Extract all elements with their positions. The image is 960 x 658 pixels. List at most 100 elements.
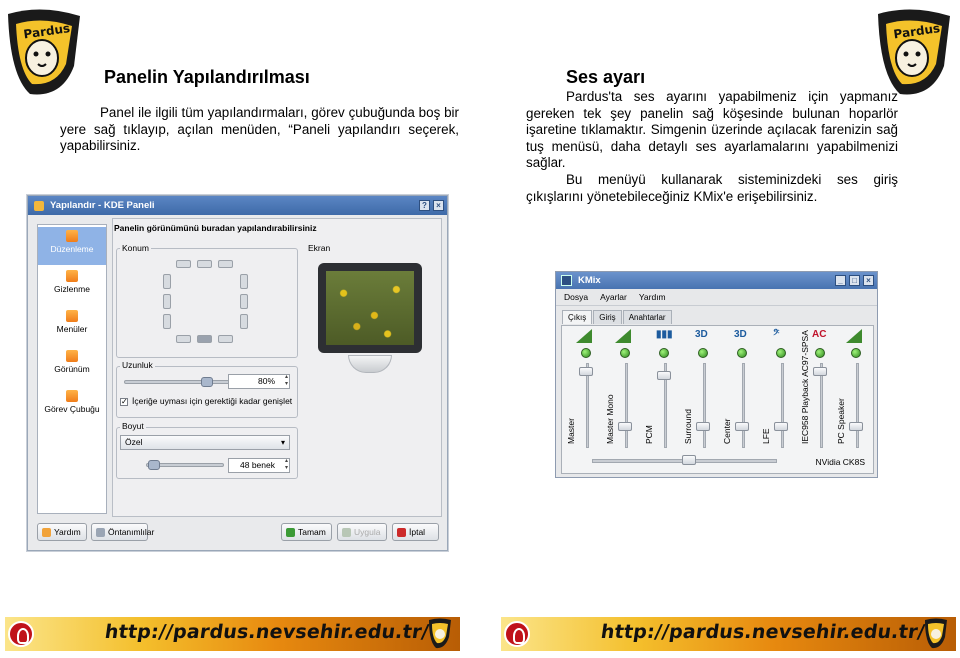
monitor-preview <box>318 263 422 376</box>
maximize-icon[interactable]: □ <box>849 275 860 286</box>
help-button[interactable]: Yardım <box>37 523 87 541</box>
volume-slider-handle[interactable] <box>813 367 827 376</box>
sidebar-item-duzenleme[interactable]: Düzenleme <box>38 227 106 265</box>
volume-slider-handle[interactable] <box>774 422 788 431</box>
mute-led[interactable] <box>581 348 591 358</box>
volume-slider-handle[interactable] <box>579 367 593 376</box>
position-slot[interactable] <box>218 335 233 343</box>
position-slot[interactable] <box>197 260 212 268</box>
channel-label: Master <box>566 418 576 444</box>
expand-checkbox[interactable]: ✓ <box>120 398 128 406</box>
position-slot[interactable] <box>218 260 233 268</box>
channel-pcm: ▮▮▮ PCM <box>644 326 682 466</box>
menu-dosya[interactable]: Dosya <box>564 292 588 302</box>
right-paragraph-2: Bu menüyü kullanarak sisteminizdeki ses … <box>526 171 898 204</box>
menu-yardim[interactable]: Yardım <box>639 292 666 302</box>
volume-slider[interactable] <box>742 363 745 448</box>
volume-slider[interactable] <box>703 363 706 448</box>
mute-led[interactable] <box>620 348 630 358</box>
sidebar-item-menuler[interactable]: Menüler <box>38 307 106 345</box>
mute-led[interactable] <box>659 348 669 358</box>
kde-panel-dialog: Yapılandır - KDE Paneli ? × Düzenleme Gi… <box>27 195 448 551</box>
position-slot[interactable] <box>163 314 171 329</box>
help-icon[interactable]: ? <box>419 200 430 211</box>
tab-cikis[interactable]: Çıkış <box>562 310 593 324</box>
apply-button[interactable]: Uygula <box>337 523 387 541</box>
config-icon <box>66 390 78 402</box>
close-icon[interactable]: × <box>433 200 444 211</box>
footer-banner-left: http://pardus.nevsehir.edu.tr/ <box>5 617 460 651</box>
volume-slider-handle[interactable] <box>735 422 749 431</box>
sidebar-item-gorev-cubugu[interactable]: Görev Çubuğu <box>38 387 106 425</box>
left-paragraph-text: Panel ile ilgili tüm yapılandırmaları, g… <box>60 105 459 154</box>
ok-button[interactable]: Tamam <box>281 523 332 541</box>
minimize-icon[interactable]: _ <box>835 275 846 286</box>
channel-label: Surround <box>683 409 693 444</box>
volume-slider-handle[interactable] <box>618 422 632 431</box>
channel-label: Center <box>722 418 732 444</box>
channel-iec958: AC IEC958 Playback AC97-SPSA <box>800 326 838 466</box>
screen-preview <box>318 263 422 353</box>
position-slot[interactable] <box>240 314 248 329</box>
kmix-app-icon <box>561 275 572 286</box>
expand-checkbox-label: İçeriğe uyması için gerektiği kadar geni… <box>132 396 293 406</box>
kmix-window: KMix _ □ × Dosya Ayarlar Yardım Çıkış Gi… <box>555 271 878 478</box>
sidebar-item-label: Düzenleme <box>50 244 94 254</box>
channel-label: IEC958 Playback AC97-SPSA <box>800 330 810 444</box>
boyut-select[interactable]: Özel <box>120 435 290 450</box>
uzunluk-label: Uzunluk <box>120 360 155 370</box>
volume-icon <box>615 329 631 343</box>
volume-icon <box>576 329 592 343</box>
university-seal-icon <box>504 621 530 647</box>
footer-url[interactable]: http://pardus.nevsehir.edu.tr/ <box>599 621 926 643</box>
balance-slider-handle[interactable] <box>682 455 696 465</box>
position-slot[interactable] <box>240 274 248 289</box>
config-icon <box>66 310 78 322</box>
uzunluk-spinbox[interactable]: 80% <box>228 374 290 389</box>
volume-slider[interactable] <box>856 363 859 448</box>
mute-led[interactable] <box>698 348 708 358</box>
sidebar-item-gorunum[interactable]: Görünüm <box>38 347 106 385</box>
position-slot[interactable] <box>240 294 248 309</box>
bass-clef-icon: 𝄢 <box>773 329 780 340</box>
help-button-label: Yardım <box>54 527 81 537</box>
kmix-titlebar[interactable]: KMix _ □ × <box>556 272 877 289</box>
cancel-button[interactable]: İptal <box>392 523 439 541</box>
boyut-spinbox[interactable]: 48 benek <box>228 458 290 473</box>
app-icon <box>34 200 44 211</box>
dialog-titlebar[interactable]: Yapılandır - KDE Paneli ? × <box>28 196 447 215</box>
uzunluk-slider-handle[interactable] <box>201 377 214 387</box>
mute-led[interactable] <box>815 348 825 358</box>
apply-icon <box>342 528 351 537</box>
menu-ayarlar[interactable]: Ayarlar <box>600 292 627 302</box>
pardus-logo-image: Pardus <box>8 9 80 95</box>
mute-led[interactable] <box>737 348 747 358</box>
volume-slider-handle[interactable] <box>849 422 863 431</box>
pardus-logo-image: Pardus <box>878 9 950 95</box>
volume-icon <box>846 329 862 343</box>
pardus-logo-right: Pardus <box>872 6 956 102</box>
right-paragraph: Pardus'ta ses ayarını yapabilmeniz için … <box>526 89 898 205</box>
boyut-slider-handle[interactable] <box>148 460 160 470</box>
sidebar-item-label: Görünüm <box>54 364 90 374</box>
position-slot-selected[interactable] <box>197 335 212 343</box>
volume-slider[interactable] <box>625 363 628 448</box>
sidebar-item-gizlenme[interactable]: Gizlenme <box>38 267 106 305</box>
volume-slider-handle[interactable] <box>657 371 671 380</box>
close-icon[interactable]: × <box>863 275 874 286</box>
mute-led[interactable] <box>851 348 861 358</box>
position-slot[interactable] <box>163 274 171 289</box>
device-label: NVidia CK8S <box>815 457 865 467</box>
ekran-label: Ekran <box>306 243 333 253</box>
footer-url[interactable]: http://pardus.nevsehir.edu.tr/ <box>103 621 430 643</box>
tab-giris[interactable]: Giriş <box>593 310 622 324</box>
defaults-button[interactable]: Öntanımlılar <box>91 523 154 541</box>
volume-slider-handle[interactable] <box>696 422 710 431</box>
uzunluk-slider[interactable] <box>124 380 234 384</box>
position-slot[interactable] <box>163 294 171 309</box>
tab-anahtarlar[interactable]: Anahtarlar <box>622 310 672 324</box>
volume-slider[interactable] <box>781 363 784 448</box>
position-slot[interactable] <box>176 335 191 343</box>
position-slot[interactable] <box>176 260 191 268</box>
mute-led[interactable] <box>776 348 786 358</box>
